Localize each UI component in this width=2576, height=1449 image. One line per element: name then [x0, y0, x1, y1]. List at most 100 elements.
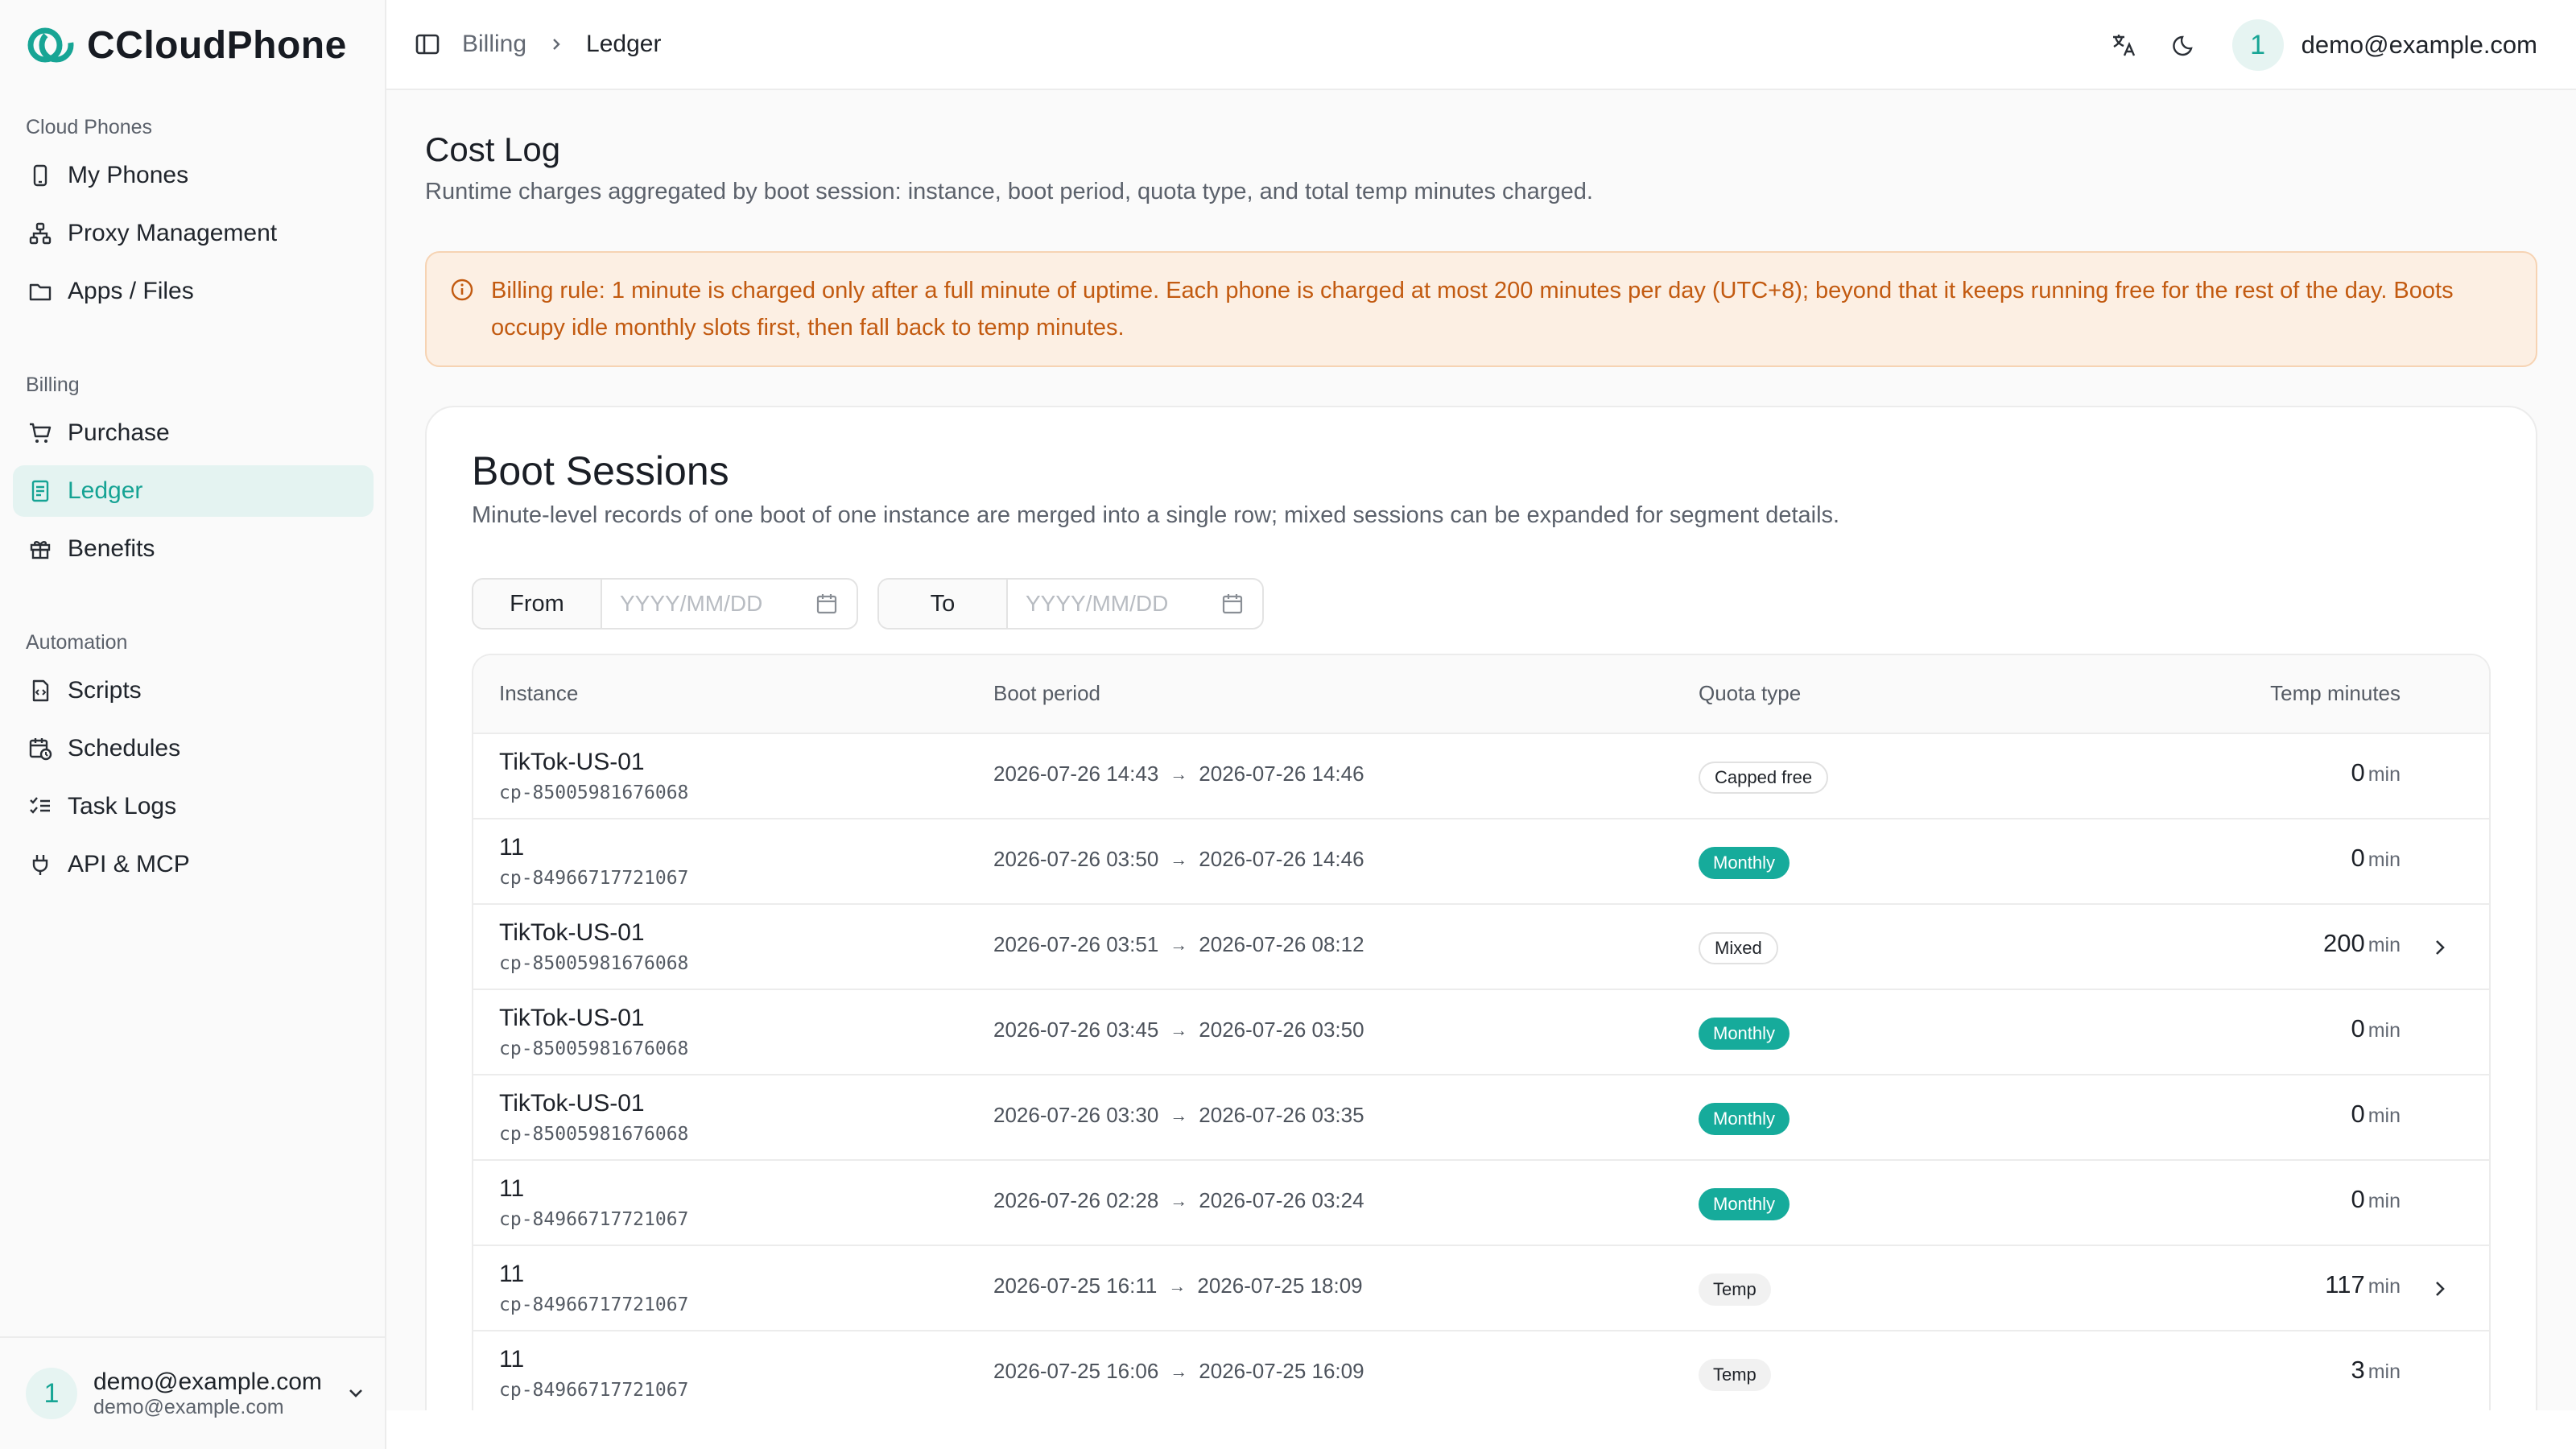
date-from-label: From: [473, 580, 602, 628]
instance-name[interactable]: 11: [499, 834, 524, 861]
sidebar-item-schedules[interactable]: Schedules: [13, 723, 374, 774]
arrow-right-icon: →: [1170, 1190, 1188, 1211]
date-from-placeholder: YYYY/MM/DD: [620, 591, 763, 616]
billing-notice-text: Billing rule: 1 minute is charged only a…: [491, 278, 2454, 341]
brand[interactable]: CCloudPhone: [26, 18, 347, 72]
sidebar-item-label: Purchase: [68, 419, 170, 446]
sidebar-group-billing: Billing Purchase Ledger Benefits: [13, 369, 374, 575]
sidebar-item-label: Task Logs: [68, 793, 177, 819]
sidebar-item-apps-files[interactable]: Apps / Files: [13, 266, 374, 317]
boot-period: 2026-07-26 02:28 → 2026-07-26 03:24: [993, 1188, 1364, 1213]
instance-id: cp-84966717721067: [499, 1380, 689, 1401]
temp-minutes-unit: min: [2368, 763, 2401, 786]
sidebar-group-automation: Automation Scripts Schedules Task Logs A…: [13, 626, 374, 890]
sidebar-group-label: Automation: [26, 630, 128, 654]
quota-badge: Monthly: [1699, 1103, 1790, 1135]
instance-name[interactable]: TikTok-US-01: [499, 919, 645, 947]
boot-end: 2026-07-26 03:35: [1199, 1103, 1364, 1127]
sidebar-item-label: Proxy Management: [68, 220, 278, 246]
sidebar-item-scripts[interactable]: Scripts: [13, 665, 374, 716]
topbar-actions: 1 demo@example.com: [2110, 19, 2537, 71]
table-row: TikTok-US-01 cp-85005981676068 2026-07-26 …: [473, 734, 2489, 819]
quota-badge: Monthly: [1699, 847, 1790, 879]
sidebar-item-label: API & MCP: [68, 851, 190, 877]
boot-sessions-card: Boot Sessions Minute-level records of on…: [425, 406, 2537, 1410]
boot-end: 2026-07-26 14:46: [1199, 762, 1364, 786]
table-row[interactable]: 11 cp-84966717721067 2026-07-25 16:11 → 2026…: [473, 1246, 2489, 1331]
sidebar-item-api-mcp[interactable]: API & MCP: [13, 839, 374, 890]
sessions-table: Instance Boot period Quota type Temp min…: [472, 654, 2491, 1410]
user-name: demo@example.com: [93, 1368, 322, 1395]
instance-id: cp-84966717721067: [499, 1294, 689, 1315]
date-from[interactable]: From YYYY/MM/DD: [472, 578, 858, 630]
quota-badge: Monthly: [1699, 1018, 1790, 1050]
user-info: demo@example.com demo@example.com: [93, 1368, 327, 1419]
instance-name[interactable]: TikTok-US-01: [499, 749, 645, 776]
table-row[interactable]: TikTok-US-01 cp-85005981676068 2026-07-26 …: [473, 905, 2489, 990]
table-row: 11 cp-84966717721067 2026-07-26 03:50 → 2026…: [473, 819, 2489, 905]
table-row: TikTok-US-01 cp-85005981676068 2026-07-26 …: [473, 990, 2489, 1075]
boot-start: 2026-07-26 03:45: [993, 1018, 1159, 1042]
temp-minutes: 0 min: [2351, 758, 2401, 787]
date-to[interactable]: To YYYY/MM/DD: [877, 578, 1264, 630]
boot-end: 2026-07-25 18:09: [1197, 1274, 1363, 1298]
sidebar-item-ledger[interactable]: Ledger: [13, 465, 374, 517]
boot-start: 2026-07-26 03:51: [993, 932, 1159, 956]
chevron-right-icon: [553, 39, 560, 50]
arrow-right-icon: →: [1170, 1019, 1188, 1040]
main-content: Cost Log Runtime charges aggregated by b…: [386, 90, 2576, 1410]
billing-notice: Billing rule: 1 minute is charged only a…: [425, 251, 2537, 367]
table-row: 11 cp-84966717721067 2026-07-25 16:06 → 2026…: [473, 1331, 2489, 1410]
quota-badge: Mixed: [1699, 932, 1778, 964]
sidebar-group-label: Cloud Phones: [26, 115, 153, 138]
topbar: Billing Ledger 1 demo@example.com: [386, 0, 2576, 90]
calendar-icon: [1222, 594, 1243, 614]
temp-minutes-value: 0: [2351, 1100, 2365, 1128]
sidebar-item-label: Schedules: [68, 735, 181, 762]
instance-id: cp-85005981676068: [499, 953, 689, 974]
user-menu[interactable]: 1 demo@example.com demo@example.com: [0, 1336, 386, 1449]
column-quota-type: Quota type: [1699, 681, 1802, 705]
instance-id: cp-85005981676068: [499, 782, 689, 803]
sidebar-item-benefits[interactable]: Benefits: [13, 523, 374, 575]
date-to-input[interactable]: YYYY/MM/DD: [1008, 580, 1262, 628]
instance-id: cp-84966717721067: [499, 868, 689, 889]
sidebar-item-task-logs[interactable]: Task Logs: [13, 781, 374, 832]
temp-minutes-unit: min: [2368, 934, 2401, 956]
boot-period: 2026-07-25 16:06 → 2026-07-25 16:09: [993, 1359, 1364, 1384]
sidebar-item-my-phones[interactable]: My Phones: [13, 150, 374, 201]
account-menu[interactable]: 1 demo@example.com: [2231, 19, 2537, 71]
temp-minutes-unit: min: [2368, 1275, 2401, 1298]
phone-icon: [33, 164, 47, 187]
breadcrumb-billing[interactable]: Billing: [462, 31, 526, 58]
date-from-input[interactable]: YYYY/MM/DD: [602, 580, 857, 628]
temp-minutes: 0 min: [2351, 1014, 2401, 1043]
chevron-right-icon[interactable]: [2428, 1277, 2452, 1301]
boot-period: 2026-07-26 03:50 → 2026-07-26 14:46: [993, 847, 1364, 872]
boot-period: 2026-07-26 14:43 → 2026-07-26 14:46: [993, 762, 1364, 786]
instance-name[interactable]: TikTok-US-01: [499, 1005, 645, 1032]
checklist-icon: [30, 797, 50, 814]
boot-end: 2026-07-25 16:09: [1199, 1359, 1364, 1383]
temp-minutes-unit: min: [2368, 1019, 2401, 1042]
instance-name[interactable]: 11: [499, 1261, 524, 1288]
translate-icon[interactable]: [2110, 31, 2139, 60]
instance-name[interactable]: 11: [499, 1175, 524, 1203]
sidebar-item-purchase[interactable]: Purchase: [13, 407, 374, 459]
sidebar-item-proxy-management[interactable]: Proxy Management: [13, 208, 374, 259]
avatar: 1: [26, 1368, 77, 1419]
temp-minutes: 117 min: [2325, 1270, 2401, 1299]
brand-name: CCloudPhone: [87, 23, 347, 67]
instance-name[interactable]: 11: [499, 1346, 524, 1373]
sidebar-toggle-icon[interactable]: [414, 31, 441, 58]
boot-period: 2026-07-26 03:30 → 2026-07-26 03:35: [993, 1103, 1364, 1128]
table-header: Instance Boot period Quota type Temp min…: [473, 655, 2489, 734]
sidebar-item-label: Apps / Files: [68, 278, 194, 304]
instance-name[interactable]: TikTok-US-01: [499, 1090, 645, 1117]
boot-period: 2026-07-26 03:45 → 2026-07-26 03:50: [993, 1018, 1364, 1042]
quota-badge: Temp: [1699, 1274, 1771, 1306]
moon-icon[interactable]: [2171, 31, 2200, 60]
sidebar-group-label: Billing: [26, 373, 80, 396]
chevron-right-icon[interactable]: [2428, 935, 2452, 960]
arrow-right-icon: →: [1170, 934, 1188, 955]
